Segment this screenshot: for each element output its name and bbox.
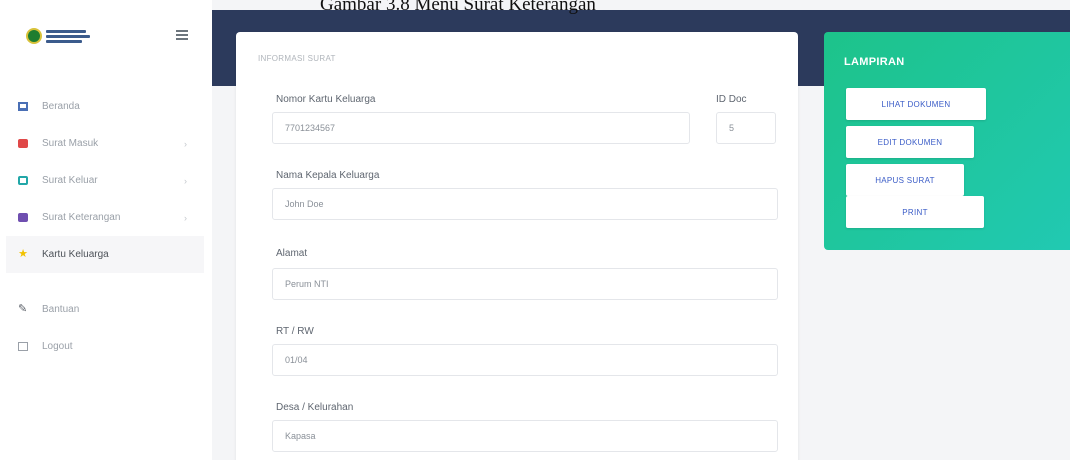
sidebar-item-label: Bantuan [42,304,80,315]
outbox-icon [18,176,28,185]
nama-kepala-field[interactable]: John Doe [272,188,778,220]
alamat-label: Alamat [276,248,308,259]
rt-rw-label: RT / RW [276,326,314,337]
monitor-icon [18,102,28,111]
app-logo[interactable] [26,22,118,50]
chevron-right-icon: › [184,212,187,223]
rt-rw-field[interactable]: 01/04 [272,344,778,376]
sidebar-item-surat-keluar[interactable]: Surat Keluar › [0,162,210,199]
sidebar-item-label: Kartu Keluarga [42,249,109,260]
print-button[interactable]: PRINT [846,196,984,228]
lampiran-title: LAMPIRAN [844,56,905,68]
sidebar-item-label: Logout [42,341,73,352]
sidebar-item-beranda[interactable]: Beranda [0,88,210,125]
sidebar-item-label: Beranda [42,101,80,112]
sidebar: Beranda Surat Masuk › Surat Keluar › Sur… [0,0,210,460]
chevron-right-icon: › [184,138,187,149]
hapus-surat-button[interactable]: HAPUS SURAT [846,164,964,196]
document-icon [18,213,28,222]
app-screen: Gambar 3.8 Menu Surat Keterangan Beranda… [0,0,1070,460]
menu-spacer [0,273,210,291]
info-surat-card: INFORMASI SURAT Nomor Kartu Keluarga 770… [236,32,798,460]
lampiran-panel: LAMPIRAN LIHAT DOKUMEN EDIT DOKUMEN HAPU… [824,32,1070,250]
figure-caption: Gambar 3.8 Menu Surat Keterangan [320,0,596,15]
sidebar-item-label: Surat Keterangan [42,212,121,223]
card-title: INFORMASI SURAT [258,54,336,63]
star-icon: ★ [18,248,28,260]
sidebar-item-label: Surat Keluar [42,175,98,186]
emblem-icon [26,28,42,44]
brand-text-graphic [46,29,90,43]
sidebar-item-surat-masuk[interactable]: Surat Masuk › [0,125,210,162]
id-doc-label: ID Doc [716,94,747,105]
no-kk-field[interactable]: 7701234567 [272,112,690,144]
chevron-right-icon: › [184,175,187,186]
sidebar-item-kartu-keluarga[interactable]: ★ Kartu Keluarga [6,236,204,273]
sidebar-item-logout[interactable]: Logout [0,328,210,365]
sidebar-menu: Beranda Surat Masuk › Surat Keluar › Sur… [0,88,210,365]
id-doc-field[interactable]: 5 [716,112,776,144]
logout-icon [18,342,28,351]
sidebar-item-label: Surat Masuk [42,138,99,149]
sidebar-item-bantuan[interactable]: ✎ Bantuan [0,291,210,328]
help-icon: ✎ [18,303,28,315]
no-kk-label: Nomor Kartu Keluarga [276,94,376,105]
inbox-icon [18,139,28,148]
desa-label: Desa / Kelurahan [276,402,354,413]
alamat-field[interactable]: Perum NTI [272,268,778,300]
lihat-dokumen-button[interactable]: LIHAT DOKUMEN [846,88,986,120]
menu-toggle-icon[interactable] [176,30,188,40]
desa-field[interactable]: Kapasa [272,420,778,452]
edit-dokumen-button[interactable]: EDIT DOKUMEN [846,126,974,158]
nama-kepala-label: Nama Kepala Keluarga [276,170,380,181]
sidebar-item-surat-keterangan[interactable]: Surat Keterangan › [0,199,210,236]
